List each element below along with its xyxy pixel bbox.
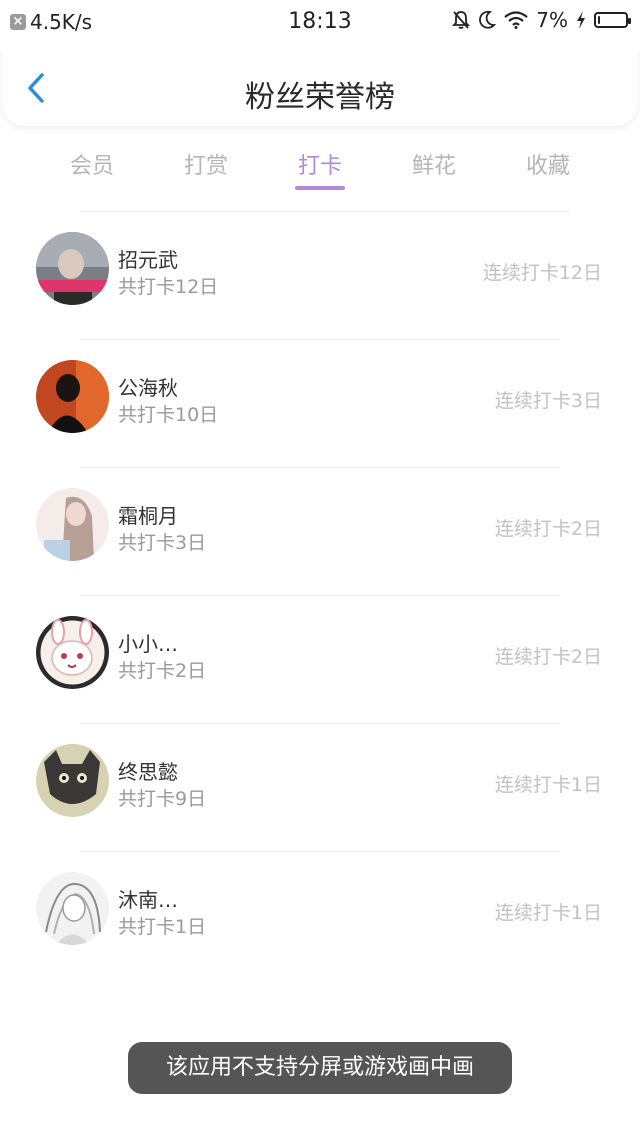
fan-name: 小小…	[118, 632, 178, 656]
tab-reward[interactable]: 打赏	[149, 140, 263, 200]
streak-checkins: 连续打卡1日	[494, 902, 602, 924]
list-item[interactable]: 公海秋 共打卡10日 连续打卡3日	[0, 340, 640, 468]
status-bar: × 4.5K/s 18:13 7%	[0, 0, 640, 44]
tab-checkin[interactable]: 打卡	[263, 140, 377, 200]
tab-favorites[interactable]: 收藏	[491, 140, 605, 200]
tab-flowers[interactable]: 鲜花	[377, 140, 491, 200]
list-item[interactable]: 终思懿 共打卡9日 连续打卡1日	[0, 724, 640, 852]
battery-level	[598, 16, 600, 24]
tab-label: 会员	[69, 154, 114, 179]
avatar[interactable]	[36, 616, 109, 689]
tab-label: 打赏	[183, 154, 228, 179]
fan-name: 终思懿	[118, 760, 178, 784]
list-item[interactable]: 小小… 共打卡2日 连续打卡2日	[0, 596, 640, 724]
battery-icon	[594, 12, 631, 28]
streak-checkins: 连续打卡1日	[494, 774, 602, 796]
streak-checkins: 连续打卡12日	[482, 262, 602, 284]
tab-label: 鲜花	[411, 154, 456, 179]
total-checkins: 共打卡10日	[118, 404, 219, 426]
streak-checkins: 连续打卡2日	[494, 518, 602, 540]
fan-name: 招元武	[118, 248, 178, 272]
toast-message: 该应用不支持分屏或游戏画中画	[128, 1042, 512, 1094]
total-checkins: 共打卡1日	[118, 916, 207, 938]
total-checkins: 共打卡3日	[118, 532, 207, 554]
total-checkins: 共打卡2日	[118, 660, 207, 682]
fan-name: 霜桐月	[118, 504, 178, 528]
status-right: 7%	[452, 8, 631, 32]
list-item[interactable]: 招元武 共打卡12日 连续打卡12日	[0, 212, 640, 340]
streak-checkins: 连续打卡3日	[494, 390, 602, 412]
streak-checkins: 连续打卡2日	[494, 646, 602, 668]
tab-active-indicator	[295, 186, 345, 190]
tab-member[interactable]: 会员	[35, 140, 149, 200]
total-checkins: 共打卡9日	[118, 788, 207, 810]
wifi-icon	[504, 11, 528, 29]
avatar[interactable]	[36, 872, 109, 945]
fan-name: 公海秋	[118, 376, 178, 400]
avatar[interactable]	[36, 488, 109, 561]
fan-name: 沐南…	[118, 888, 178, 912]
tab-label: 收藏	[525, 154, 570, 179]
avatar[interactable]	[36, 360, 109, 433]
nav-bar: 粉丝荣誉榜	[2, 48, 638, 126]
page-title: 粉丝荣誉榜	[245, 80, 395, 115]
list-item[interactable]: 沐南… 共打卡1日 连续打卡1日	[0, 852, 640, 980]
tab-bar: 会员 打赏 打卡 鲜花 收藏	[35, 140, 605, 200]
charging-icon	[577, 11, 585, 29]
moon-icon	[479, 10, 497, 29]
fan-list: 招元武 共打卡12日 连续打卡12日 公海秋 共打卡10日 连续打卡3日 霜桐月…	[0, 212, 640, 980]
list-item[interactable]: 霜桐月 共打卡3日 连续打卡2日	[0, 468, 640, 596]
avatar[interactable]	[36, 232, 109, 305]
total-checkins: 共打卡12日	[118, 276, 219, 298]
battery-percent: 7%	[536, 8, 568, 32]
notification-off-icon	[452, 11, 471, 29]
avatar[interactable]	[36, 744, 109, 817]
tab-label: 打卡	[297, 154, 342, 179]
